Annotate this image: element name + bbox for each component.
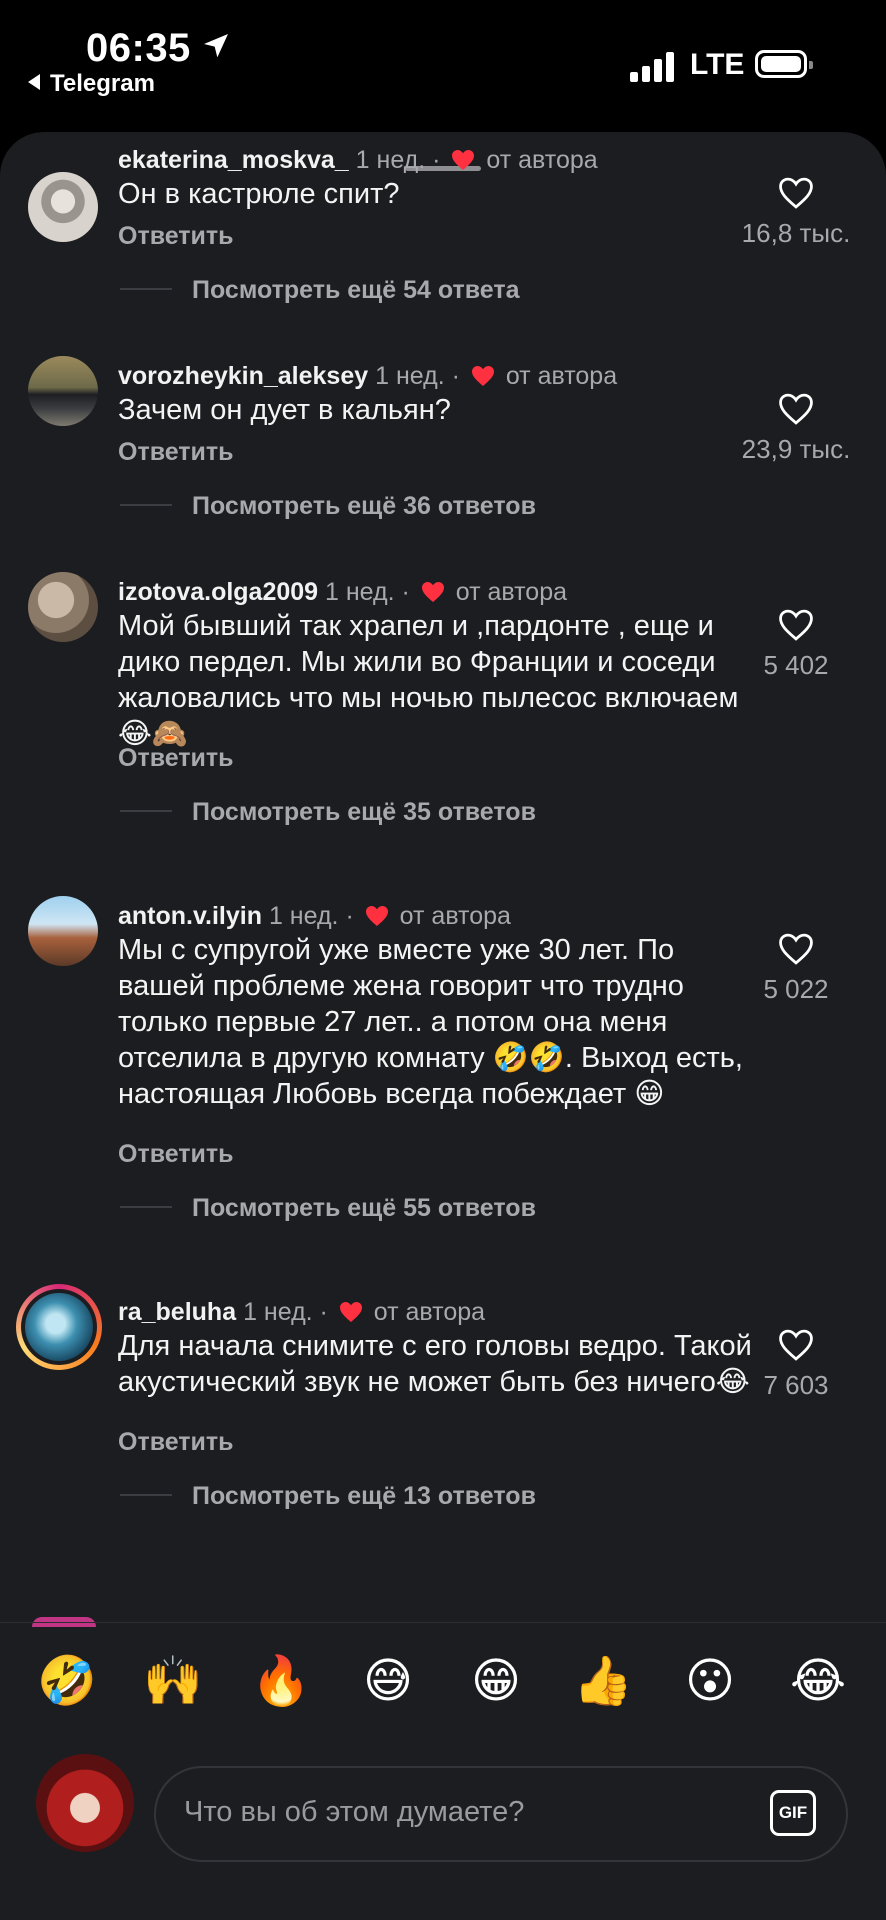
comment-time: 1 нед. <box>243 1298 313 1326</box>
like-count: 5 022 <box>763 974 829 1004</box>
heart-outline-icon <box>779 609 813 641</box>
comments-list[interactable]: ekaterina_moskva_ 1 нед. · от автора Он … <box>0 132 886 1622</box>
author-like-label: от автора <box>455 578 568 606</box>
comment-time: 1 нед. <box>355 146 426 174</box>
author-like-label: от автора <box>399 902 511 930</box>
view-more-replies[interactable]: Посмотреть ещё 35 ответов <box>120 798 536 827</box>
avatar-with-story-ring[interactable] <box>16 1284 102 1370</box>
comment-text: Зачем он дует в кальян? <box>118 394 451 426</box>
emoji-grin-button[interactable]: 😁 <box>463 1649 529 1715</box>
emoji-open-mouth-button[interactable]: 😮 <box>677 1649 743 1715</box>
comment-input[interactable]: Что вы об этом думаете? GIF <box>154 1766 848 1862</box>
view-more-replies-label: Посмотреть ещё 54 ответа <box>192 276 520 304</box>
status-bar: 06:35 Telegram LTE <box>0 0 886 130</box>
avatar[interactable] <box>28 172 98 242</box>
view-more-replies-label: Посмотреть ещё 13 ответов <box>192 1482 536 1510</box>
comment-meta: anton.v.ilyin 1 нед. · от автора <box>118 902 511 930</box>
gif-button[interactable]: GIF <box>770 1790 816 1836</box>
author-heart-icon <box>421 582 444 602</box>
comment-username[interactable]: anton.v.ilyin <box>118 902 262 930</box>
comment-composer: Что вы об этом думаете? GIF <box>0 1732 886 1872</box>
back-arrow-icon <box>28 74 40 90</box>
emoji-thumbs-up-button[interactable]: 👍 <box>570 1649 636 1715</box>
network-label: LTE <box>690 48 745 81</box>
quick-emoji-bar: 🤣 🙌 🔥 😅 😁 👍 😮 😂 <box>0 1635 886 1735</box>
heart-outline-icon <box>779 1329 813 1361</box>
comment-meta: izotova.olga2009 1 нед. · от автора <box>118 578 568 606</box>
author-heart-icon <box>471 366 494 386</box>
comment-meta: vorozheykin_aleksey 1 нед. · от автора <box>118 362 618 390</box>
composer-divider <box>0 1622 886 1623</box>
author-heart-icon <box>365 906 388 926</box>
emoji-sweat-smile-button[interactable]: 😅 <box>355 1649 421 1715</box>
comment-text: Для начала снимите с его головы ведро. Т… <box>118 1330 752 1398</box>
status-time: 06:35 <box>86 26 191 70</box>
view-more-replies[interactable]: Посмотреть ещё 36 ответов <box>120 492 536 521</box>
comment-time: 1 нед. <box>375 362 445 390</box>
avatar[interactable] <box>28 896 98 966</box>
reply-button[interactable]: Ответить <box>118 222 234 251</box>
battery-icon <box>755 50 813 78</box>
back-app-label: Telegram <box>50 70 155 97</box>
comment-username[interactable]: vorozheykin_aleksey <box>118 362 368 390</box>
heart-outline-icon <box>779 933 813 965</box>
like-count: 16,8 тыс. <box>741 218 851 248</box>
comment-text: Он в кастрюле спит? <box>118 178 400 210</box>
heart-outline-icon <box>779 177 813 209</box>
reply-button[interactable]: Ответить <box>118 1428 234 1457</box>
like-count: 5 402 <box>763 650 829 680</box>
signal-icon <box>630 52 674 82</box>
comment-meta: ekaterina_moskva_ 1 нед. · от автора <box>118 146 598 174</box>
like-button[interactable]: 7 603 <box>736 1328 856 1401</box>
current-user-avatar <box>36 1754 134 1852</box>
comment-text: Мой бывший так храпел и ,пардонте , еще … <box>118 610 739 750</box>
avatar[interactable] <box>28 356 98 426</box>
emoji-raised-hands-button[interactable]: 🙌 <box>140 1649 206 1715</box>
view-more-replies[interactable]: Посмотреть ещё 54 ответа <box>120 276 520 305</box>
view-more-replies-label: Посмотреть ещё 36 ответов <box>192 492 536 520</box>
author-heart-icon <box>452 150 475 170</box>
back-to-telegram-link[interactable]: Telegram <box>28 70 155 98</box>
like-button[interactable]: 23,9 тыс. <box>736 392 856 465</box>
like-button[interactable]: 16,8 тыс. <box>736 176 856 249</box>
view-more-replies-label: Посмотреть ещё 55 ответов <box>192 1194 536 1222</box>
comment-username[interactable]: ra_beluha <box>118 1298 236 1326</box>
emoji-joy-button[interactable]: 😂 <box>785 1649 851 1715</box>
comment-meta: ra_beluha 1 нед. · от автора <box>118 1298 486 1326</box>
view-more-replies[interactable]: Посмотреть ещё 55 ответов <box>120 1194 536 1223</box>
heart-outline-icon <box>779 393 813 425</box>
reply-button[interactable]: Ответить <box>118 744 234 773</box>
author-like-label: от автора <box>486 146 598 174</box>
avatar[interactable] <box>28 572 98 642</box>
comment-time: 1 нед. <box>268 902 339 930</box>
reply-button[interactable]: Ответить <box>118 1140 234 1169</box>
like-button[interactable]: 5 022 <box>736 932 856 1005</box>
location-arrow-icon <box>204 34 228 58</box>
comment-username[interactable]: ekaterina_moskva_ <box>118 146 349 174</box>
comment-username[interactable]: izotova.olga2009 <box>118 578 318 606</box>
author-like-label: от автора <box>505 362 618 390</box>
comment-input-placeholder: Что вы об этом думаете? <box>184 1796 525 1828</box>
like-count: 7 603 <box>763 1370 829 1400</box>
like-button[interactable]: 5 402 <box>736 608 856 681</box>
emoji-rofl-button[interactable]: 🤣 <box>34 1649 100 1715</box>
comment-time: 1 нед. <box>325 578 395 606</box>
emoji-fire-button[interactable]: 🔥 <box>248 1649 314 1715</box>
author-heart-icon <box>339 1302 362 1322</box>
view-more-replies-label: Посмотреть ещё 35 ответов <box>192 798 536 826</box>
comments-sheet: ekaterina_moskva_ 1 нед. · от автора Он … <box>0 132 886 1920</box>
comment-text: Мы с супругой уже вместе уже 30 лет. По … <box>118 934 743 1110</box>
like-count: 23,9 тыс. <box>741 434 851 464</box>
view-more-replies[interactable]: Посмотреть ещё 13 ответов <box>120 1482 536 1511</box>
reply-button[interactable]: Ответить <box>118 438 234 467</box>
author-like-label: от автора <box>373 1298 486 1326</box>
